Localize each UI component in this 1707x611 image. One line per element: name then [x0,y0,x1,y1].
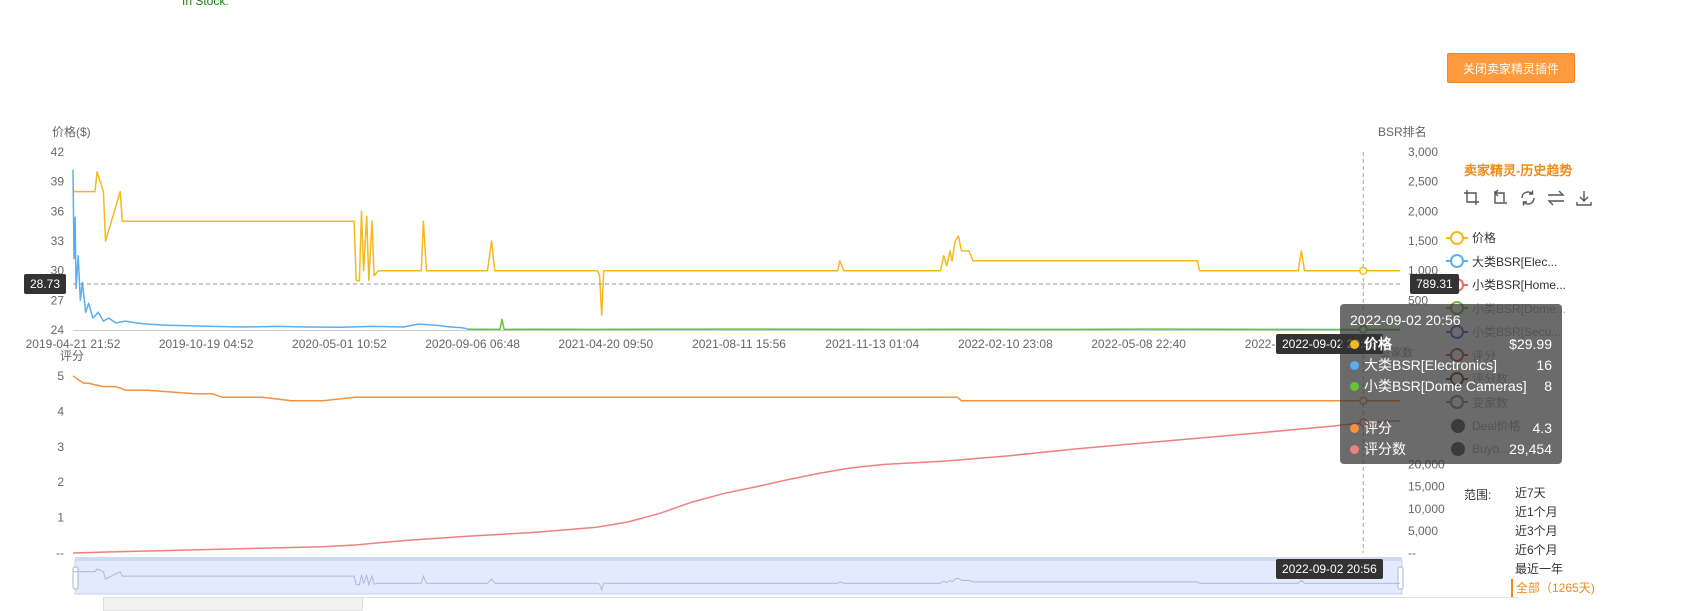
legend-label: 小类BSR[Home... [1472,278,1567,293]
y-left-tick-label-2: 4 [57,404,64,418]
refresh-icon[interactable] [1518,188,1538,208]
zoom-handle-right [1397,566,1404,590]
download-icon[interactable] [1574,188,1594,208]
crosshair-point [1359,266,1368,276]
y-left-tick-label: 33 [51,234,65,248]
tooltip-rows: 价格 $29.99 大类BSR[Electronics] 16 小类BSR[Dome C… [1350,334,1552,460]
y-right-tick-label: 2,000 [1408,204,1438,218]
y-left-axis-title: 价格($) [52,124,91,139]
crop-icon[interactable] [1462,188,1482,208]
tooltip-label: 评分数 [1364,441,1406,457]
close-plugin-button[interactable]: 关闭卖家精灵插件 [1447,53,1575,83]
tooltip-row: 小类BSR[Dome Cameras] 8 [1350,376,1552,397]
tooltip-row: 评分数 29,454 [1350,439,1552,460]
tooltip-value: 8 [1544,378,1552,394]
y-right-tick-label-2: 10,000 [1408,502,1445,516]
legend-line-circle-icon [1446,254,1468,269]
y-left-tick-label-2: 5 [57,369,64,383]
tooltip-series-dot [1350,361,1359,370]
crosshair-price-label: 28.73 [24,274,67,294]
y-left-tick-label-2: 1 [57,511,64,525]
chart-static-layer: 价格($) BSR排名242730333639425001,0001,5002,0… [26,124,1445,560]
tooltip-value: 4.3 [1532,420,1552,436]
x-tick-label: 2022-02-10 23:08 [958,337,1053,351]
slider-date-label: 2022-09-02 20:56 [1276,559,1383,579]
y-left-tick-label-2: 3 [57,440,64,454]
tooltip-title: 2022-09-02 20:56 [1350,312,1461,328]
x-tick-label: 2021-11-13 01:04 [825,337,919,351]
y-left-tick-label-2: -- [56,546,64,560]
y-left-tick-label: 39 [51,175,65,189]
legend-label: 价格 [1472,231,1497,246]
tooltip-row: 大类BSR[Electronics] 16 [1350,355,1552,376]
legend-item[interactable]: 小类BSR[Home... [1446,273,1566,297]
tooltip-value: 16 [1536,357,1552,373]
bottom-tab[interactable] [103,597,363,611]
y-left-tick-label: 36 [51,204,65,218]
range-option[interactable]: 近3个月 [1511,522,1595,541]
tooltip-series-dot [1350,424,1359,433]
y-right-axis-title: BSR排名 [1378,124,1427,139]
series-line-top-2 [467,318,1400,331]
range-option[interactable]: 近6个月 [1511,541,1595,560]
tooltip-value: $29.99 [1509,336,1552,352]
x-tick-label: 2021-04-20 09:50 [558,337,653,351]
y-right-tick-label: 2,500 [1408,175,1438,189]
chart-toolbox [1462,188,1594,208]
chart-series-layer [72,169,1401,554]
y-left-tick-label: 27 [51,293,65,307]
panel-title: 卖家精灵-历史趋势 [1464,163,1573,178]
y-right-tick-label-2: 15,000 [1408,480,1445,494]
series-line-bottom-0 [72,375,1400,402]
undo-crop-icon[interactable] [1490,188,1510,208]
legend-item[interactable]: 大类BSR[Elec... [1446,250,1566,274]
y-right-tick-label: 1,500 [1408,234,1438,248]
range-options: 近7天 近1个月 近3个月 近6个月 最近一年 全部（1265天) [1511,484,1595,598]
y-left-axis-title-2: 评分 [60,349,84,363]
zoom-handle-left [72,566,79,590]
range-label: 范围: [1464,488,1492,502]
series-line-top-1 [72,169,468,330]
series-line-top-0 [73,171,1400,316]
y-right-tick-label-2: -- [1408,546,1416,560]
crosshair-bsr-label: 789.31 [1410,274,1459,294]
tooltip-label: 评分 [1364,420,1392,436]
tooltip-row: 价格 $29.99 [1350,334,1552,355]
x-tick-label: 2020-09-06 06:48 [425,337,520,351]
tooltip-label: 小类BSR[Dome Cameras] [1364,378,1527,394]
swap-icon[interactable] [1546,188,1566,208]
tooltip-series-dot [1350,445,1359,454]
tooltip-label: 大类BSR[Electronics] [1364,357,1498,373]
legend-item[interactable]: 价格 [1446,226,1566,250]
x-tick-label: 2021-08-11 15:56 [692,337,786,351]
x-tick-label: 2020-05-01 10:52 [292,337,387,351]
series-line-bottom-1 [72,419,1401,554]
legend-line-circle-icon [1446,230,1468,245]
range-option[interactable]: 近1个月 [1511,503,1595,522]
y-right-tick-label-2: 5,000 [1408,524,1438,538]
y-left-tick-label: 24 [51,323,65,337]
tooltip-label: 价格 [1364,336,1392,352]
y-left-tick-label-2: 2 [57,475,64,489]
stock-status: In Stock. [182,0,229,8]
chart-overlay-layer [72,152,1404,595]
y-left-tick-label: 42 [51,145,65,159]
data-tooltip: 2022-09-02 20:56 价格 $29.99 大类BSR[Electroni… [1340,304,1562,464]
zoom-slider-top-bar [75,557,1402,561]
bottom-divider [361,597,1519,598]
x-tick-label: 2019-10-19 04:52 [159,337,254,351]
x-tick-label: 2022-05-08 22:40 [1091,337,1186,351]
tooltip-value: 29,454 [1509,441,1552,457]
range-option[interactable]: 全部（1265天) [1511,579,1595,598]
range-option[interactable]: 最近一年 [1511,560,1595,579]
tooltip-series-dot [1350,382,1359,391]
range-option[interactable]: 近7天 [1511,484,1595,503]
tooltip-series-dot [1350,340,1359,349]
legend-label: 大类BSR[Elec... [1472,254,1558,269]
zoom-slider-track [74,559,1403,595]
tooltip-row: 评分 4.3 [1350,418,1552,439]
y-right-tick-label: 3,000 [1408,145,1438,159]
